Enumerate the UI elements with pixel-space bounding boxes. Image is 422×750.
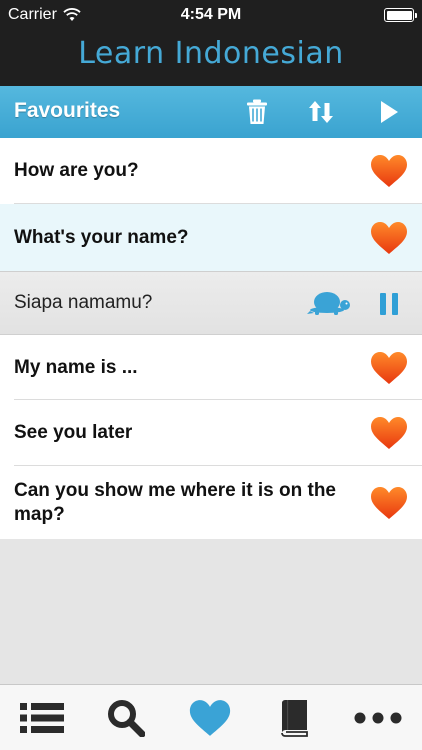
search-icon	[108, 700, 145, 737]
book-icon	[281, 700, 308, 737]
phrase-text: How are you?	[14, 160, 139, 181]
tab-list[interactable]	[0, 685, 84, 750]
list-item[interactable]: How are you?	[0, 138, 422, 204]
phrase-text: See you later	[14, 422, 133, 443]
phrase-list: How are you? What's your name? Siapa nam…	[0, 138, 422, 539]
heart-icon	[189, 700, 231, 736]
heart-icon[interactable]	[370, 416, 408, 450]
tab-favourites[interactable]	[168, 685, 252, 750]
toolbar-title: Favourites	[14, 99, 121, 122]
heart-icon[interactable]	[370, 154, 408, 188]
tab-bar	[0, 684, 422, 750]
turtle-icon[interactable]	[306, 290, 352, 316]
battery-icon	[384, 8, 417, 22]
app-title: Learn Indonesian	[78, 36, 344, 71]
list-item[interactable]: My name is ...	[0, 335, 422, 400]
status-time: 4:54 PM	[180, 6, 242, 23]
sort-icon	[309, 101, 333, 123]
pause-icon[interactable]	[378, 292, 400, 316]
phrase-text: Can you show me where it is on the map?	[14, 479, 336, 525]
trash-icon	[247, 99, 267, 124]
list-item[interactable]: What's your name?	[0, 204, 422, 271]
delete-button[interactable]	[241, 96, 273, 128]
list-item[interactable]: See you later	[0, 400, 422, 466]
app-header: Learn Indonesian	[0, 30, 422, 86]
play-all-button[interactable]	[373, 96, 405, 128]
status-bar: Carrier 4:54 PM	[0, 0, 422, 30]
list-item-playing[interactable]: Siapa namamu?	[0, 271, 422, 335]
heart-icon[interactable]	[370, 486, 408, 520]
list-item[interactable]: Can you show me where it is on the map?	[0, 466, 422, 539]
list-icon	[20, 703, 64, 733]
tab-phrasebook[interactable]	[252, 685, 336, 750]
heart-icon[interactable]	[370, 221, 408, 255]
tab-search[interactable]	[84, 685, 168, 750]
more-icon	[354, 712, 402, 724]
phrase-translation: Siapa namamu?	[14, 292, 153, 313]
heart-icon[interactable]	[370, 351, 408, 385]
phrase-text: My name is ...	[14, 356, 138, 378]
phrase-text: What's your name?	[14, 226, 189, 248]
tab-more[interactable]	[336, 685, 420, 750]
play-icon	[381, 101, 398, 123]
favourites-toolbar: Favourites	[0, 86, 422, 138]
reorder-button[interactable]	[305, 96, 337, 128]
